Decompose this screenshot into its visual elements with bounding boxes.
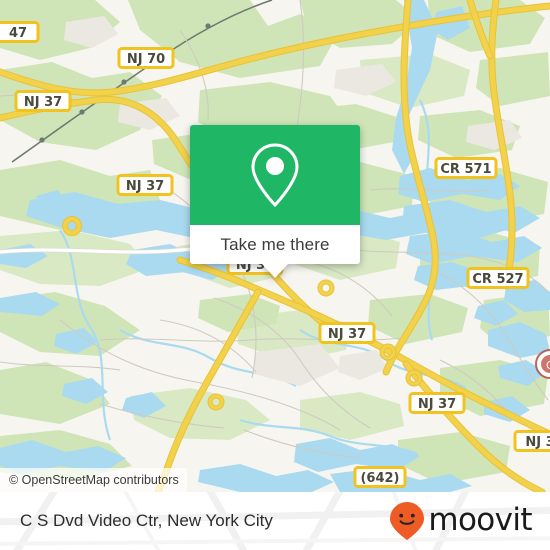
highway-shield: (642) [353,466,407,488]
footer-bar: C S Dvd Video Ctr, New York City moovit [0,492,550,550]
highway-shield-label: CR 571 [440,162,491,177]
moovit-brand[interactable]: moovit [389,492,533,550]
highway-shield-label: NJ 37 [328,327,366,342]
highway-shield: NJ 3 [513,430,550,452]
card-pointer-arrow [262,264,288,278]
map-pin-icon [251,143,299,208]
moovit-wordmark: moovit [428,501,532,538]
highway-shield-label: 47 [9,26,27,41]
card-pin-area [190,125,360,225]
highway-shield-label: NJ 3 [525,435,550,450]
highway-shield: 47 [0,21,40,43]
highway-shield-label: NJ 37 [126,179,164,194]
highway-shield-label: NJ 70 [127,52,165,67]
highway-shield-label: NJ 37 [418,397,456,412]
highway-shield-label: CR 527 [472,272,523,287]
take-me-there-card[interactable]: Take me there [190,125,360,278]
highway-shield: NJ 70 [117,47,175,69]
highway-shield: NJ 37 [116,174,174,196]
highway-shield: CR 571 [434,157,498,179]
highway-shield: NJ 37 [14,90,72,112]
highway-shield-label: NJ 37 [24,95,62,110]
card-action-area[interactable]: Take me there [190,225,360,264]
highway-shield: CR 527 [466,267,530,289]
osm-attribution[interactable]: © OpenStreetMap contributors [0,468,187,492]
moovit-smiley-pin-icon [390,502,425,540]
highway-shield-label: (642) [360,471,399,486]
map-canvas[interactable]: .land{fill:#f7f5f0} .park{fill:#cfe5b8} … [0,0,550,492]
place-title: C S Dvd Video Ctr, New York City [20,511,273,530]
moovit-map-share-card: .land{fill:#f7f5f0} .park{fill:#cfe5b8} … [0,0,550,550]
highway-shield: NJ 37 [318,322,376,344]
svg-text:G: G [546,359,550,372]
highway-shield: NJ 37 [408,392,466,414]
take-me-there-label: Take me there [220,234,330,254]
